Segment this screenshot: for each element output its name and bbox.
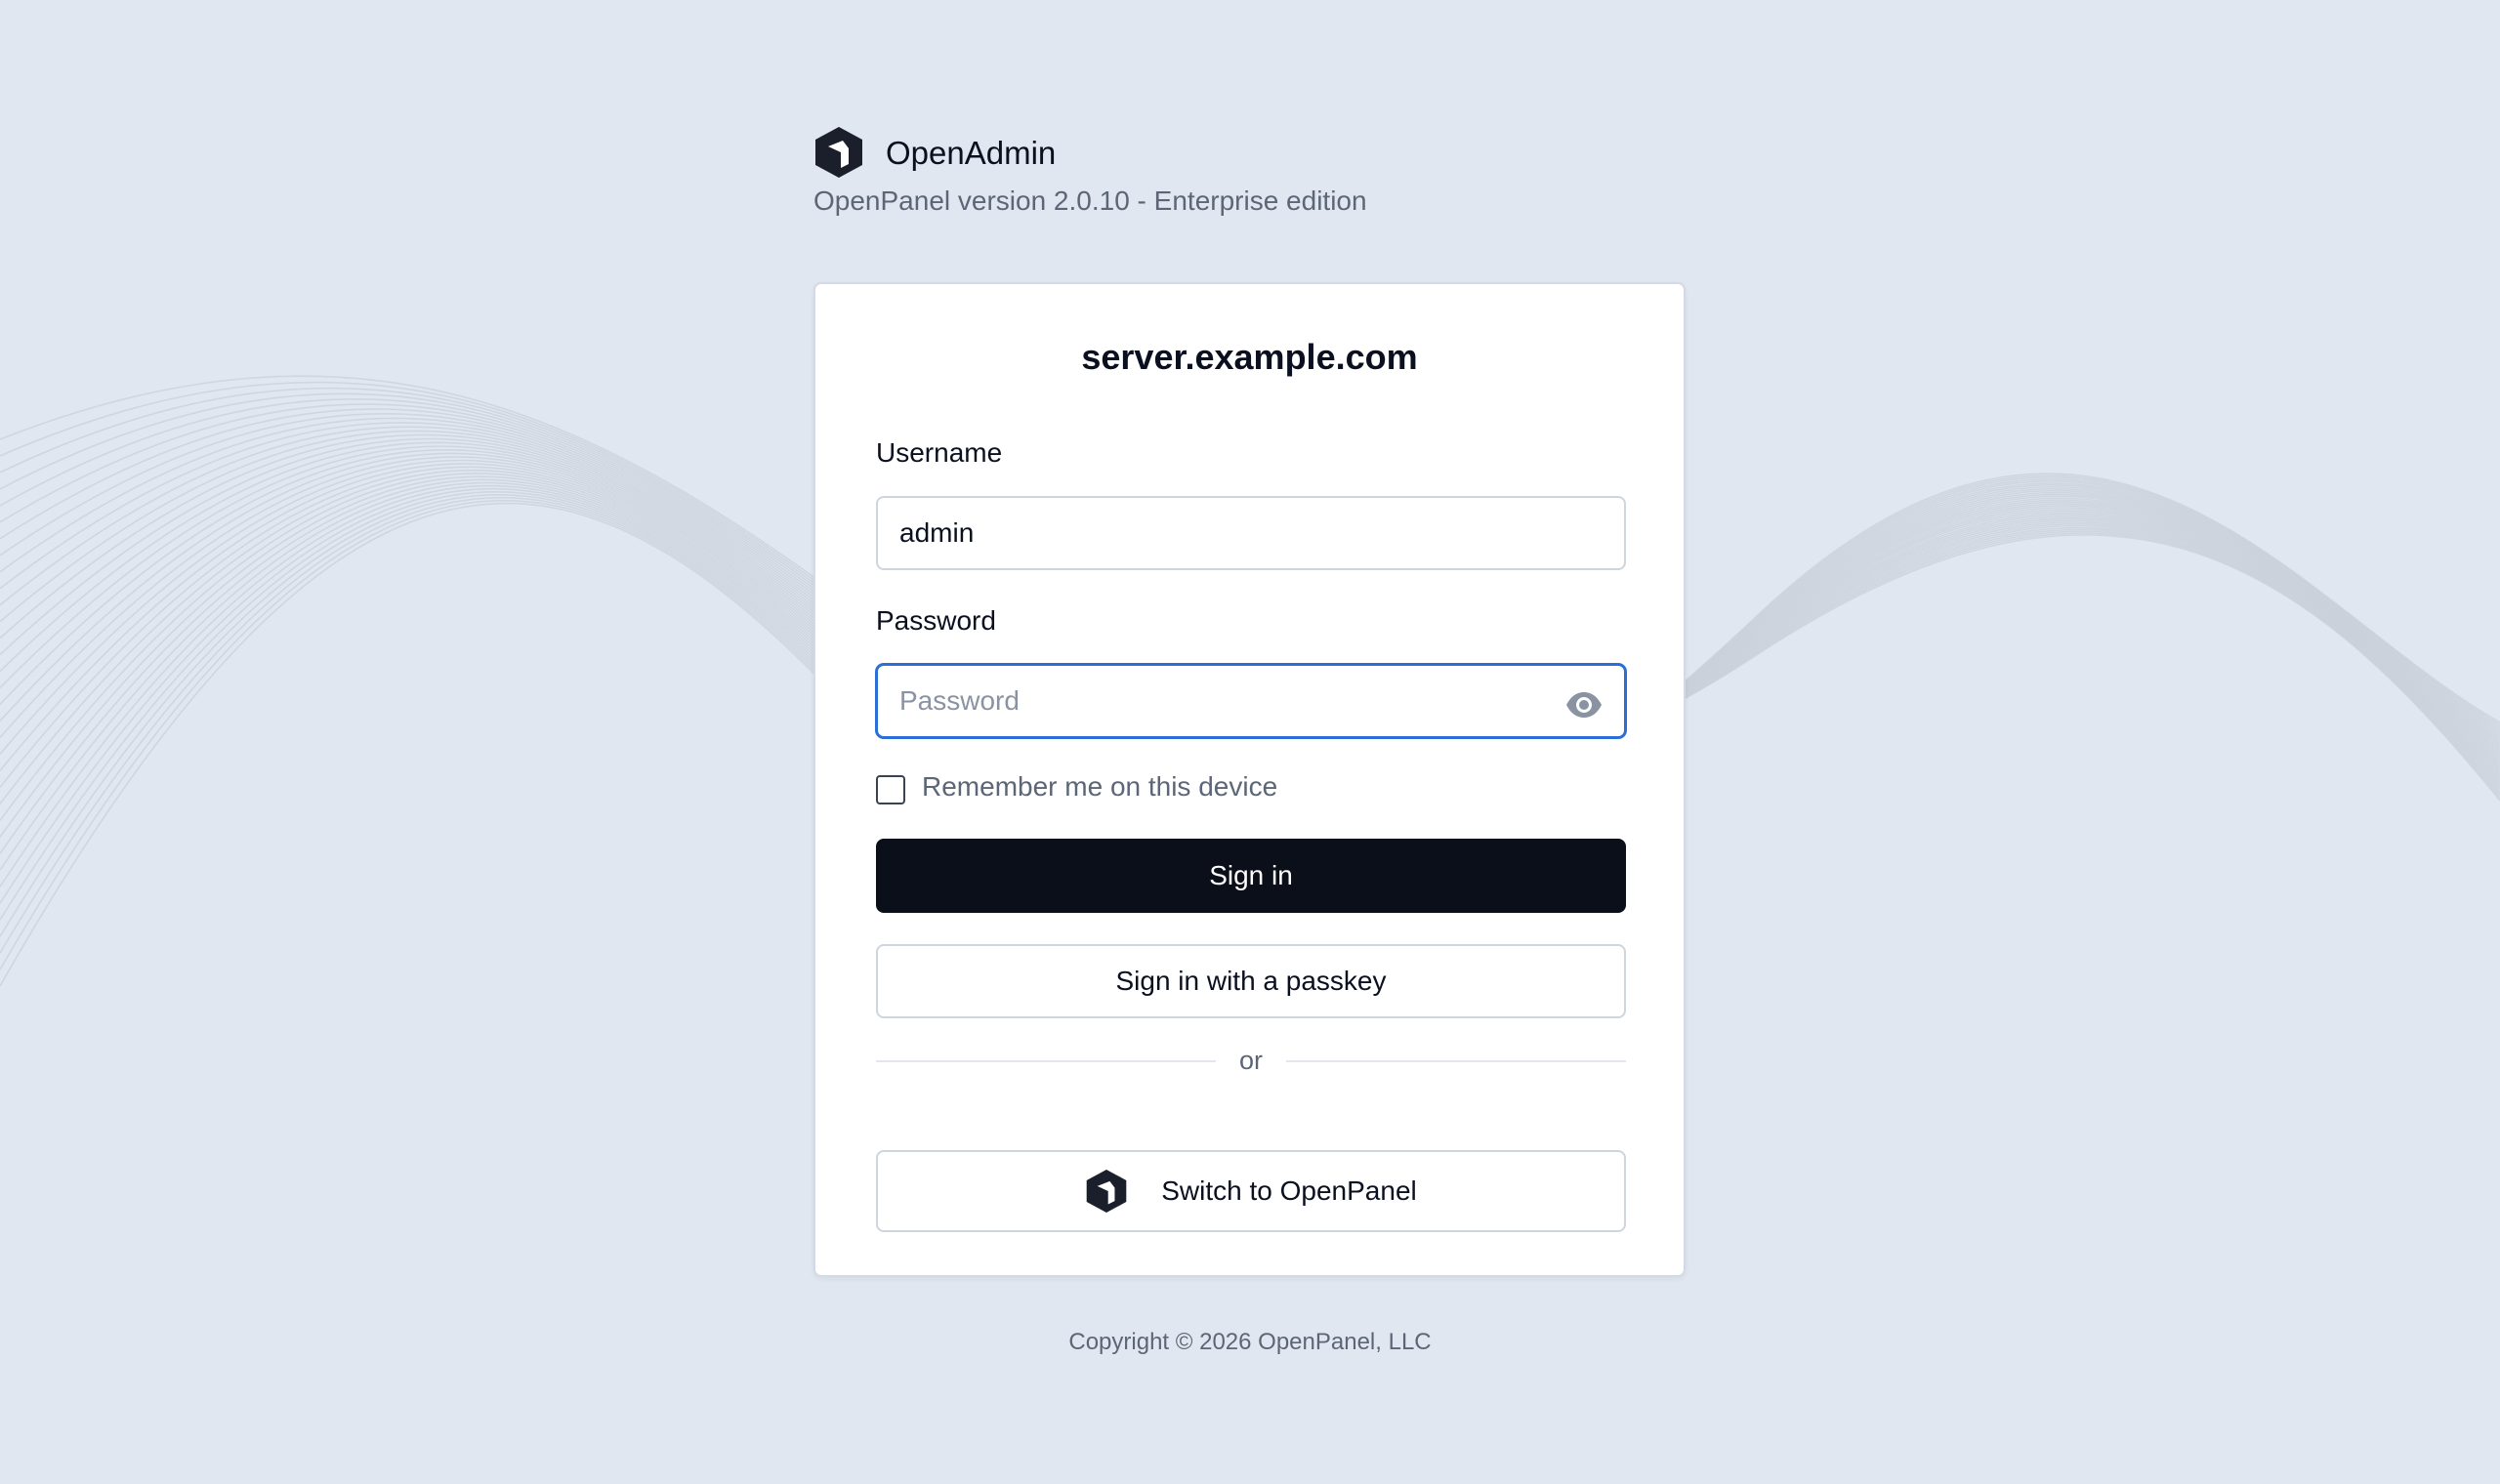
remember-me-row: Remember me on this device xyxy=(876,771,1277,805)
sign-in-button[interactable]: Sign in xyxy=(876,839,1626,913)
remember-me-checkbox[interactable] xyxy=(876,775,905,804)
or-divider: or xyxy=(876,1046,1627,1076)
copyright-text: Copyright © 2026 OpenPanel, LLC xyxy=(1068,1329,1432,1355)
passkey-sign-in-button[interactable]: Sign in with a passkey xyxy=(876,944,1626,1018)
openpanel-logo-icon xyxy=(1086,1170,1127,1213)
switch-to-openpanel-label: Switch to OpenPanel xyxy=(1161,1175,1417,1206)
show-password-toggle[interactable] xyxy=(1562,683,1605,726)
username-input[interactable] xyxy=(876,496,1626,570)
version-text: OpenPanel version 2.0.10 - Enterprise ed… xyxy=(813,186,1367,216)
server-hostname: server.example.com xyxy=(1081,337,1418,377)
brand-header: OpenAdmin xyxy=(813,125,1056,180)
divider-line-left xyxy=(876,1059,1216,1062)
divider-text: or xyxy=(1239,1046,1264,1075)
username-label: Username xyxy=(876,437,1003,468)
openpanel-logo-icon xyxy=(815,127,862,178)
divider-line-right xyxy=(1286,1059,1627,1062)
switch-to-openpanel-button[interactable]: Switch to OpenPanel xyxy=(876,1150,1626,1232)
login-card: server.example.com Username Password Rem… xyxy=(813,282,1686,1277)
login-page: OpenAdmin OpenPanel version 2.0.10 - Ent… xyxy=(0,0,2500,1484)
eye-icon xyxy=(1566,692,1602,718)
brand-name: OpenAdmin xyxy=(886,134,1057,171)
remember-me-label[interactable]: Remember me on this device xyxy=(922,771,1277,803)
password-input[interactable] xyxy=(876,664,1626,738)
password-label: Password xyxy=(876,605,996,636)
